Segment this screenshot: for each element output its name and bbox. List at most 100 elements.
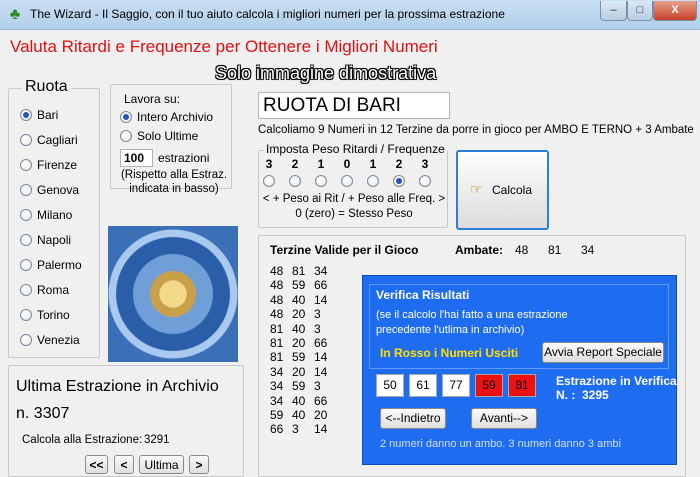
ruota-option-milano[interactable]: Milano	[20, 208, 98, 233]
calcola-button[interactable]: ☞ Calcola	[456, 150, 549, 230]
radio-roma[interactable]	[20, 284, 32, 296]
peso-option[interactable]	[263, 175, 275, 187]
ruota-option-bari[interactable]: Bari	[20, 108, 98, 133]
radio-solo-ultime[interactable]	[120, 130, 132, 142]
verifica-panel: Verifica Risultati (se il calcolo l'hai …	[362, 275, 677, 465]
verifica-numbers: 50 61 77 59 81	[376, 374, 546, 400]
ruota-list: Bari Cagliari Firenze Genova Milano Napoli Pal…	[20, 108, 98, 358]
peso-hint-2: 0 (zero) = Stesso Peso	[295, 208, 413, 220]
terzina-number: 59	[270, 407, 284, 422]
terzina-row: 48 40 14	[270, 293, 360, 307]
terzina-number: 14	[314, 422, 328, 437]
next-button[interactable]: >	[189, 455, 209, 474]
terzina-number: 66	[270, 422, 284, 437]
terzina-number: 81	[270, 321, 284, 336]
option-intero-archivio[interactable]: Intero Archivio	[120, 110, 230, 130]
avanti-button[interactable]: Avanti-->	[471, 408, 537, 429]
extracted-number: 50	[376, 374, 404, 397]
ruota-option-label: Genova	[37, 183, 80, 197]
ruota-option-roma[interactable]: Roma	[20, 283, 98, 308]
terzina-row: 81 40 3	[270, 322, 360, 336]
radio-venezia[interactable]	[20, 334, 32, 346]
terzina-number: 81	[270, 335, 284, 350]
peso-option[interactable]	[341, 175, 353, 187]
radio-intero[interactable]	[120, 111, 132, 123]
ruota-name-box: RUOTA DI BARI	[258, 92, 450, 119]
ambate-label: Ambate:	[455, 243, 504, 257]
lavora-label: Lavora su:	[124, 92, 181, 106]
minimize-button[interactable]: –	[600, 1, 627, 21]
peso-option[interactable]	[393, 175, 405, 187]
ruota-option-napoli[interactable]: Napoli	[20, 233, 98, 258]
option-label: Intero Archivio	[137, 110, 214, 124]
peso-tick-label: 2	[291, 157, 299, 171]
terzine-title: Terzine Valide per il Gioco	[270, 243, 419, 257]
clover-icon: ♣	[9, 6, 21, 23]
ruota-option-genova[interactable]: Genova	[20, 183, 98, 208]
ambata-value: 34	[581, 243, 595, 257]
ruota-option-firenze[interactable]: Firenze	[20, 158, 98, 183]
terzina-number: 14	[314, 364, 328, 379]
peso-option[interactable]	[315, 175, 327, 187]
terzina-row: 81 59 14	[270, 350, 360, 364]
estrazioni-count-input[interactable]: 100	[120, 149, 153, 167]
terzina-number: 59	[292, 350, 306, 365]
ruota-option-torino[interactable]: Torino	[20, 308, 98, 333]
radio-torino[interactable]	[20, 309, 32, 321]
terzina-number: 14	[314, 292, 328, 307]
archivio-number: n. 3307	[16, 405, 70, 422]
ruota-option-venezia[interactable]: Venezia	[20, 333, 98, 358]
title-bar: ♣ The Wizard - Il Saggio, con il tuo aiu…	[0, 0, 700, 30]
report-button[interactable]: Avvia Report Speciale	[542, 342, 664, 363]
terzina-row: 48 59 66	[270, 278, 360, 292]
terzina-row: 81 20 66	[270, 336, 360, 350]
ruota-option-label: Bari	[37, 108, 59, 122]
terzina-number: 3	[314, 321, 321, 336]
ruota-option-label: Milano	[37, 208, 73, 222]
lottery-sphere-image	[108, 226, 238, 362]
option-label: Solo Ultime	[137, 129, 199, 143]
ultima-button[interactable]: Ultima	[139, 455, 184, 474]
option-solo-ultime[interactable]: Solo Ultime	[120, 129, 230, 149]
close-button[interactable]: X	[653, 1, 697, 21]
extracted-number-hit: 81	[508, 374, 536, 397]
radio-cagliari[interactable]	[20, 134, 32, 146]
ruota-option-label: Firenze	[37, 158, 78, 172]
ruota-option-label: Napoli	[37, 233, 72, 247]
indietro-button[interactable]: <--Indietro	[380, 408, 446, 429]
verifica-title: Verifica Risultati	[376, 288, 470, 302]
terzina-row: 34 59 3	[270, 379, 360, 393]
ruota-option-cagliari[interactable]: Cagliari	[20, 133, 98, 158]
first-button[interactable]: <<	[85, 455, 108, 474]
terzina-number: 48	[270, 307, 284, 322]
page-title: Valuta Ritardi e Frequenze per Ottenere …	[10, 37, 438, 56]
peso-option[interactable]	[367, 175, 379, 187]
radio-milano[interactable]	[20, 209, 32, 221]
peso-tick-label: 2	[395, 157, 403, 171]
terzina-number: 81	[270, 350, 284, 365]
radio-bari[interactable]	[20, 109, 32, 121]
peso-tick-label: 3	[265, 157, 273, 171]
radio-palermo[interactable]	[20, 259, 32, 271]
peso-tick-label: 0	[343, 157, 351, 171]
terzina-number: 66	[314, 335, 328, 350]
terzina-number: 20	[314, 407, 328, 422]
terzina-number: 48	[270, 278, 284, 293]
radio-genova[interactable]	[20, 184, 32, 196]
lavora-note: (Rispetto alla Estraz. indicata in basso…	[120, 169, 228, 195]
terzina-number: 3	[314, 379, 321, 394]
ruota-option-palermo[interactable]: Palermo	[20, 258, 98, 283]
peso-tick-label: 3	[421, 157, 429, 171]
ruota-label: Ruota	[22, 78, 71, 96]
maximize-button[interactable]: □	[627, 1, 653, 21]
terzina-number: 20	[292, 307, 306, 322]
peso-title: Imposta Peso Ritardi / Frequenze	[264, 142, 447, 156]
radio-firenze[interactable]	[20, 159, 32, 171]
peso-option[interactable]	[289, 175, 301, 187]
prev-button[interactable]: <	[114, 455, 134, 474]
peso-option[interactable]	[419, 175, 431, 187]
terzina-number: 3	[292, 422, 299, 437]
peso-slider[interactable]: 3 2 1 0 1 2 3	[262, 157, 442, 191]
terzina-number: 40	[292, 407, 306, 422]
radio-napoli[interactable]	[20, 234, 32, 246]
